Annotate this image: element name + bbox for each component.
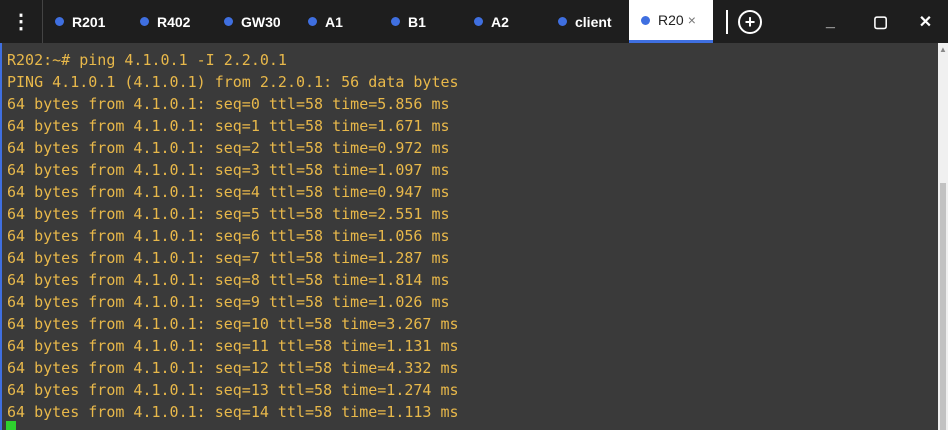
terminal-output-line: 64 bytes from 4.1.0.1: seq=5 ttl=58 time… [7, 205, 450, 223]
tab-label: B1 [408, 13, 426, 30]
status-dot-icon [474, 17, 483, 26]
status-dot-icon [391, 17, 400, 26]
scroll-up-icon[interactable]: ▲ [938, 45, 948, 55]
status-dot-icon [55, 17, 64, 26]
close-icon[interactable]: × [688, 12, 696, 28]
terminal-output-line: 64 bytes from 4.1.0.1: seq=11 ttl=58 tim… [7, 337, 459, 355]
tab-separator [42, 0, 43, 43]
status-dot-icon [224, 17, 233, 26]
status-dot-icon [558, 17, 567, 26]
tab-b1[interactable]: B1 [391, 0, 451, 43]
terminal-output-line: 64 bytes from 4.1.0.1: seq=6 ttl=58 time… [7, 227, 450, 245]
terminal-output-line: 64 bytes from 4.1.0.1: seq=8 ttl=58 time… [7, 271, 450, 289]
maximize-icon[interactable]: ▢ [858, 0, 903, 43]
status-dot-icon [140, 17, 149, 26]
add-tab-icon[interactable]: + [738, 10, 762, 34]
tab-client[interactable]: client [558, 0, 614, 43]
terminal-output-line: 64 bytes from 4.1.0.1: seq=3 ttl=58 time… [7, 161, 450, 179]
tab-label: GW30 [241, 13, 280, 30]
terminal-output-line: 64 bytes from 4.1.0.1: seq=14 ttl=58 tim… [7, 403, 459, 421]
terminal-pane[interactable]: R202:~# ping 4.1.0.1 -I 2.2.0.1 PING 4.1… [0, 43, 938, 430]
terminal-output-line: 64 bytes from 4.1.0.1: seq=1 ttl=58 time… [7, 117, 450, 135]
tab-divider [726, 10, 728, 34]
tab-a2[interactable]: A2 [474, 0, 534, 43]
terminal-output-line: 64 bytes from 4.1.0.1: seq=10 ttl=58 tim… [7, 315, 459, 333]
terminal-output-line: 64 bytes from 4.1.0.1: seq=0 ttl=58 time… [7, 95, 450, 113]
terminal-output-line: 64 bytes from 4.1.0.1: seq=7 ttl=58 time… [7, 249, 450, 267]
status-dot-icon [308, 17, 317, 26]
tab-r20-active[interactable]: R20 × [629, 0, 713, 43]
terminal-cursor [6, 421, 16, 430]
status-dot-icon [641, 15, 650, 25]
tab-r402[interactable]: R402 [140, 0, 212, 43]
tab-a1[interactable]: A1 [308, 0, 368, 43]
tab-label: A2 [491, 13, 509, 30]
vertical-dots-icon[interactable]: ⋮ [0, 0, 42, 43]
tab-label: R20 [658, 12, 684, 28]
terminal-output-line: PING 4.1.0.1 (4.1.0.1) from 2.2.0.1: 56 … [7, 73, 459, 91]
window-close-icon[interactable]: ✕ [903, 0, 948, 43]
terminal-output-line: 64 bytes from 4.1.0.1: seq=12 ttl=58 tim… [7, 359, 459, 377]
scrollbar-thumb[interactable] [940, 183, 946, 430]
tab-gw30[interactable]: GW30 [224, 0, 280, 43]
tab-bar: ⋮ R201 R402 GW30 A1 B1 A2 client R20 × +… [0, 0, 948, 43]
tab-r201[interactable]: R201 [55, 0, 125, 43]
terminal-output-line: 64 bytes from 4.1.0.1: seq=2 ttl=58 time… [7, 139, 450, 157]
terminal-output-line: 64 bytes from 4.1.0.1: seq=4 ttl=58 time… [7, 183, 450, 201]
vertical-scrollbar[interactable]: ▲ [938, 43, 948, 430]
tab-label: R402 [157, 13, 191, 30]
terminal-output-line: 64 bytes from 4.1.0.1: seq=9 ttl=58 time… [7, 293, 450, 311]
minimize-icon[interactable]: _ [808, 0, 853, 43]
tab-label: client [575, 13, 612, 30]
terminal-command-line: R202:~# ping 4.1.0.1 -I 2.2.0.1 [7, 51, 287, 69]
tab-label: A1 [325, 13, 343, 30]
terminal-output-line: 64 bytes from 4.1.0.1: seq=13 ttl=58 tim… [7, 381, 459, 399]
tab-label: R201 [72, 13, 106, 30]
